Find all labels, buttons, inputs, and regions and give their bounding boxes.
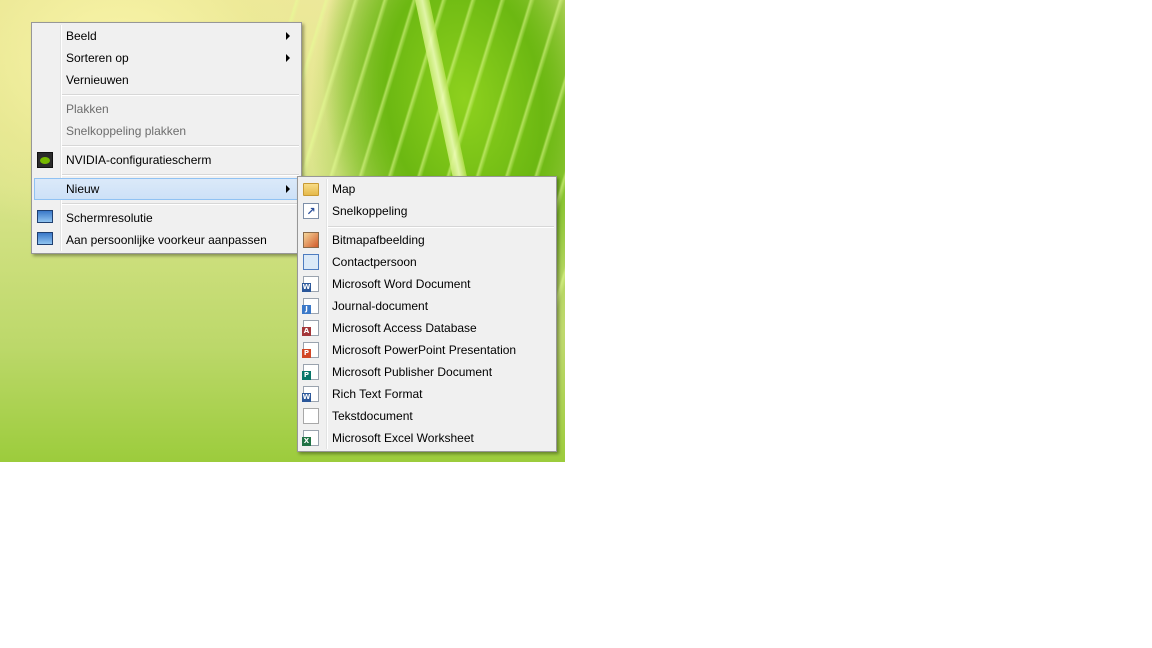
submenu-item-snelkoppeling[interactable]: Snelkoppeling xyxy=(300,200,554,222)
menu-item-label: Microsoft PowerPoint Presentation xyxy=(332,343,517,357)
submenu-item-publisher-document[interactable]: P Microsoft Publisher Document xyxy=(300,361,554,383)
menu-item-label: Journal-document xyxy=(332,299,429,313)
submenu-arrow-icon xyxy=(286,32,290,40)
journal-icon: J xyxy=(302,298,319,314)
powerpoint-icon: P xyxy=(302,342,319,358)
word-icon: W xyxy=(302,276,319,292)
menu-separator xyxy=(62,145,299,147)
nvidia-icon xyxy=(37,152,53,168)
submenu-arrow-icon xyxy=(286,54,290,62)
menu-separator xyxy=(328,226,554,228)
menu-item-label: Schermresolutie xyxy=(66,211,153,225)
menu-item-label: Microsoft Access Database xyxy=(332,321,477,335)
submenu-item-journal-document[interactable]: J Journal-document xyxy=(300,295,554,317)
menu-item-label: Rich Text Format xyxy=(332,387,423,401)
menu-separator xyxy=(62,203,299,205)
menu-item-label: Bitmapafbeelding xyxy=(332,233,425,247)
menu-item-plakken[interactable]: Plakken xyxy=(34,98,299,120)
menu-item-label: Nieuw xyxy=(66,182,100,196)
publisher-icon: P xyxy=(302,364,319,380)
menu-item-label: Snelkoppeling plakken xyxy=(66,124,187,138)
menu-separator xyxy=(62,174,299,176)
menu-item-label: Snelkoppeling xyxy=(332,204,408,218)
submenu-item-word-document[interactable]: W Microsoft Word Document xyxy=(300,273,554,295)
menu-item-label: Microsoft Excel Worksheet xyxy=(332,431,474,445)
access-icon: A xyxy=(302,320,319,336)
menu-item-nieuw[interactable]: Nieuw xyxy=(34,178,299,200)
menu-item-label: Vernieuwen xyxy=(66,73,129,87)
monitor-icon xyxy=(37,210,53,223)
shortcut-icon xyxy=(303,203,319,219)
menu-item-beeld[interactable]: Beeld xyxy=(34,25,299,47)
menu-item-label: Beeld xyxy=(66,29,97,43)
submenu-item-tekstdocument[interactable]: Tekstdocument xyxy=(300,405,554,427)
bitmap-icon xyxy=(303,232,319,248)
submenu-item-rich-text-format[interactable]: W Rich Text Format xyxy=(300,383,554,405)
menu-item-label: Aan persoonlijke voorkeur aanpassen xyxy=(66,233,267,247)
text-document-icon xyxy=(303,408,319,424)
menu-separator xyxy=(62,94,299,96)
menu-item-label: Tekstdocument xyxy=(332,409,413,423)
new-submenu: Map Snelkoppeling Bitmapafbeelding Conta… xyxy=(297,176,557,452)
menu-item-label: Microsoft Word Document xyxy=(332,277,471,291)
submenu-item-access-database[interactable]: A Microsoft Access Database xyxy=(300,317,554,339)
menu-item-label: Plakken xyxy=(66,102,109,116)
desktop-context-menu: Beeld Sorteren op Vernieuwen Plakken Sne… xyxy=(31,22,302,254)
menu-item-snelkoppeling-plakken[interactable]: Snelkoppeling plakken xyxy=(34,120,299,142)
submenu-item-excel-worksheet[interactable]: X Microsoft Excel Worksheet xyxy=(300,427,554,449)
menu-item-schermresolutie[interactable]: Schermresolutie xyxy=(34,207,299,229)
contact-icon xyxy=(303,254,319,270)
folder-icon xyxy=(303,183,319,196)
menu-item-label: Microsoft Publisher Document xyxy=(332,365,493,379)
menu-item-aan-persoonlijke-voorkeur[interactable]: Aan persoonlijke voorkeur aanpassen xyxy=(34,229,299,251)
submenu-item-powerpoint-presentation[interactable]: P Microsoft PowerPoint Presentation xyxy=(300,339,554,361)
menu-item-sorteren-op[interactable]: Sorteren op xyxy=(34,47,299,69)
excel-icon: X xyxy=(302,430,319,446)
menu-item-nvidia[interactable]: NVIDIA-configuratiescherm xyxy=(34,149,299,171)
menu-item-vernieuwen[interactable]: Vernieuwen xyxy=(34,69,299,91)
submenu-arrow-icon xyxy=(286,185,290,193)
submenu-item-bitmapafbeelding[interactable]: Bitmapafbeelding xyxy=(300,229,554,251)
submenu-item-contactpersoon[interactable]: Contactpersoon xyxy=(300,251,554,273)
personalize-icon xyxy=(37,232,53,245)
menu-item-label: NVIDIA-configuratiescherm xyxy=(66,153,212,167)
menu-item-label: Contactpersoon xyxy=(332,255,417,269)
menu-item-label: Sorteren op xyxy=(66,51,129,65)
rtf-icon: W xyxy=(302,386,319,402)
submenu-item-map[interactable]: Map xyxy=(300,178,554,200)
menu-item-label: Map xyxy=(332,182,356,196)
